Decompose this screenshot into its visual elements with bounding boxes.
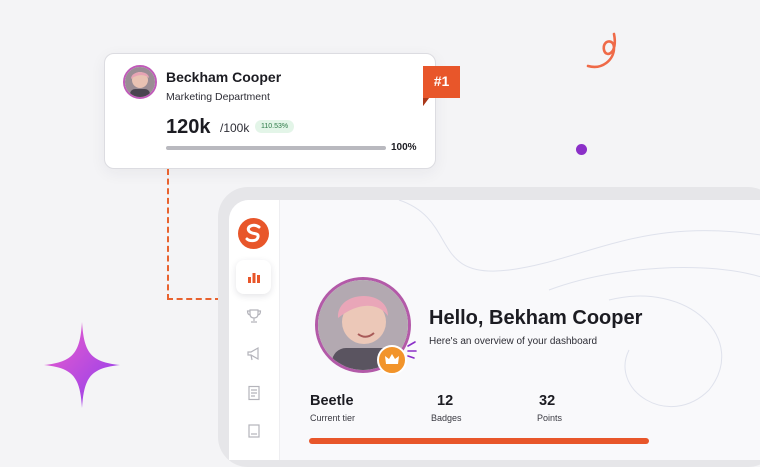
sidebar bbox=[229, 200, 280, 460]
megaphone-icon[interactable] bbox=[246, 346, 262, 362]
document-icon[interactable] bbox=[246, 385, 262, 401]
user-name: Beckham Cooper bbox=[166, 69, 282, 85]
nav-item-dashboard[interactable] bbox=[236, 260, 271, 294]
background-curves bbox=[398, 200, 760, 408]
greeting-subtitle: Here's an overview of your dashboard bbox=[429, 336, 598, 347]
avatar bbox=[123, 65, 157, 99]
greeting-title: Hello, Bekham Cooper bbox=[429, 307, 643, 329]
rank-label: #1 bbox=[433, 73, 450, 89]
dashboard-screen: Hello, Bekham Cooper Here's an overview … bbox=[229, 200, 760, 460]
progress-percent: 100% bbox=[391, 142, 417, 153]
sparkle-lines-decoration bbox=[407, 341, 417, 359]
crown-icon bbox=[385, 354, 399, 364]
app-logo[interactable] bbox=[238, 218, 269, 249]
progress-bar bbox=[166, 146, 386, 150]
stat-tier-label: Current tier bbox=[310, 413, 356, 423]
score-value: 120k bbox=[166, 116, 211, 138]
stat-points-value: 32 bbox=[539, 393, 556, 409]
sparkle-decoration bbox=[44, 322, 120, 408]
department-label: Marketing Department bbox=[166, 91, 270, 103]
stat-points-label: Points bbox=[537, 413, 563, 423]
progress-fill bbox=[166, 146, 386, 150]
stat-badges-value: 12 bbox=[437, 393, 454, 409]
bar-chart-icon bbox=[248, 273, 260, 283]
trophy-icon[interactable] bbox=[246, 308, 262, 324]
progress-strip bbox=[309, 438, 649, 444]
growth-badge: 110.53% bbox=[255, 120, 295, 133]
connector-line bbox=[167, 169, 221, 300]
purple-dot-decoration bbox=[576, 144, 587, 155]
score-target: /100k bbox=[220, 121, 250, 135]
book-icon[interactable] bbox=[246, 423, 262, 439]
squiggle-decoration bbox=[586, 32, 617, 69]
crown-badge bbox=[377, 345, 407, 375]
leaderboard-card: Beckham Cooper Marketing Department 120k… bbox=[104, 53, 436, 169]
stat-badges-label: Badges bbox=[431, 413, 462, 423]
stat-tier-value: Beetle bbox=[310, 393, 354, 409]
